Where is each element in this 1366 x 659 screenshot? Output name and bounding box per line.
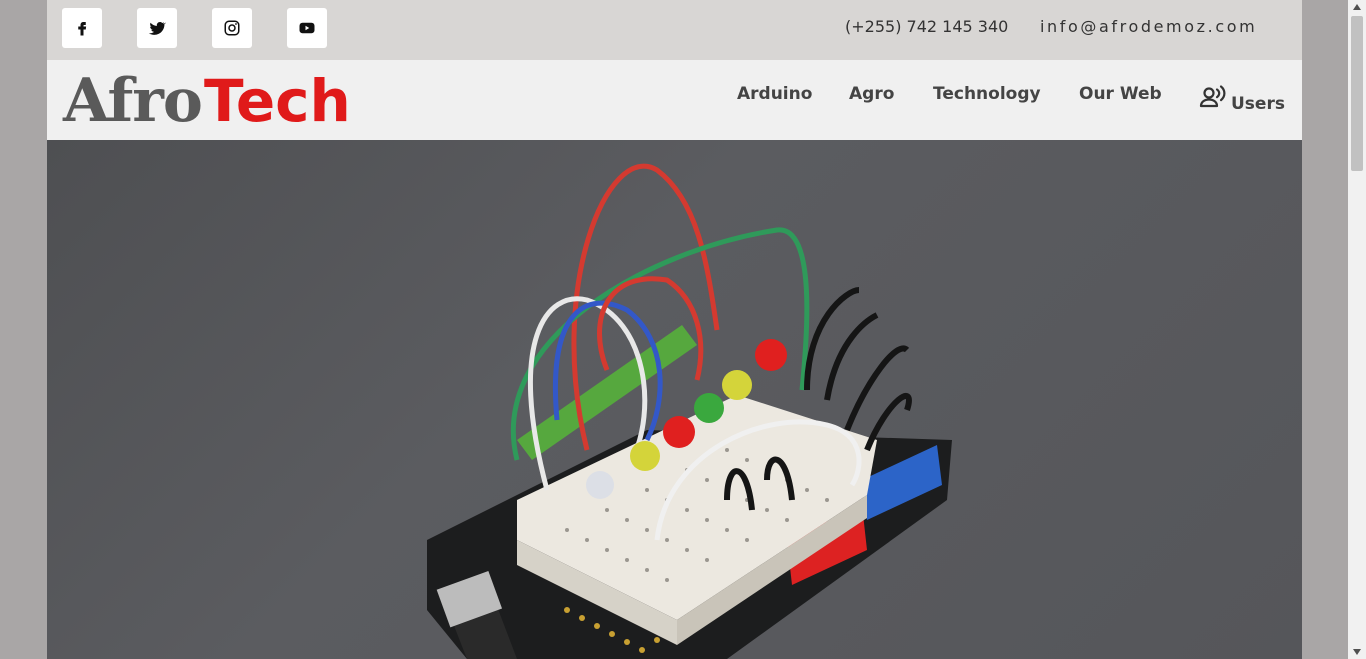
facebook-icon: [78, 22, 87, 36]
site-logo[interactable]: Afro Tech: [63, 66, 351, 136]
top-bar: (+255) 742 145 340 info@afrodemoz.com: [47, 0, 1302, 60]
scroll-down-arrow-icon[interactable]: [1348, 645, 1366, 659]
logo-tech-text: Tech: [203, 67, 351, 135]
logo-afro-text: Afro: [63, 66, 203, 136]
nav-arduino[interactable]: Arduino: [737, 84, 812, 104]
user-voice-icon: [1199, 85, 1226, 108]
facebook-link[interactable]: [62, 8, 102, 48]
twitter-icon: [148, 22, 166, 35]
nav-agro[interactable]: Agro: [849, 84, 894, 104]
nav-users[interactable]: Users: [1199, 84, 1285, 114]
nav-our-web[interactable]: Our Web: [1079, 84, 1162, 104]
scroll-thumb[interactable]: [1351, 16, 1363, 171]
instagram-link[interactable]: [212, 8, 252, 48]
youtube-link[interactable]: [287, 8, 327, 48]
hero-image-arduino-breadboard: [47, 140, 1302, 659]
main-navbar: Afro Tech Arduino Agro Technology Our We…: [47, 60, 1302, 140]
page: (+255) 742 145 340 info@afrodemoz.com Af…: [47, 0, 1302, 659]
instagram-icon: [224, 20, 240, 36]
scroll-up-arrow-icon[interactable]: [1348, 0, 1366, 14]
arduino-breadboard-illustration: [427, 163, 952, 659]
phone-number: (+255) 742 145 340: [845, 17, 1009, 36]
twitter-link[interactable]: [137, 8, 177, 48]
vertical-scrollbar[interactable]: [1348, 0, 1366, 659]
nav-technology[interactable]: Technology: [933, 84, 1041, 104]
email-address[interactable]: info@afrodemoz.com: [1040, 17, 1257, 36]
youtube-icon: [299, 22, 315, 34]
nav-users-label: Users: [1231, 94, 1285, 114]
